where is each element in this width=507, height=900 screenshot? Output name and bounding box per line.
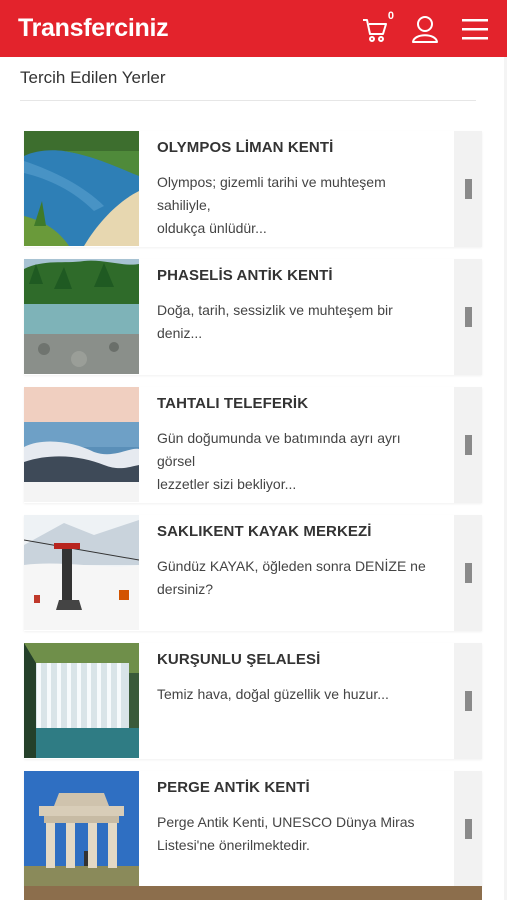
olympos-beach-image[interactable] bbox=[24, 131, 139, 246]
card-side-handle[interactable] bbox=[454, 387, 482, 503]
saklikent-ski-lift-image[interactable] bbox=[24, 515, 139, 630]
card-body: PHASELİS ANTİK KENTİ Doğa, tarih, sessiz… bbox=[139, 259, 454, 375]
card-body: SAKLIKENT KAYAK MERKEZİ Gündüz KAYAK, öğ… bbox=[139, 515, 454, 631]
user-icon[interactable] bbox=[411, 14, 439, 44]
handle-bar-icon bbox=[464, 691, 472, 711]
next-card-peek bbox=[24, 886, 482, 900]
place-description: Perge Antik Kenti, UNESCO Dünya Miras Li… bbox=[157, 811, 440, 857]
place-title[interactable]: OLYMPOS LİMAN KENTİ bbox=[157, 139, 440, 156]
place-description: Temiz hava, doğal güzellik ve huzur... bbox=[157, 683, 440, 706]
place-description: Olympos; gizemli tarihi ve muhteşem sahi… bbox=[157, 171, 440, 240]
section-divider bbox=[20, 100, 476, 101]
top-header: Transferciniz 0 bbox=[0, 0, 507, 57]
desc-line: Olympos; gizemli tarihi ve muhteşem sahi… bbox=[157, 174, 386, 213]
perge-ruins-image[interactable] bbox=[24, 771, 139, 886]
card-side-handle[interactable] bbox=[454, 515, 482, 631]
place-card[interactable]: TAHTALI TELEFERİK Gün doğumunda ve batım… bbox=[24, 387, 482, 503]
place-title[interactable]: PERGE ANTİK KENTİ bbox=[157, 779, 440, 796]
card-body: OLYMPOS LİMAN KENTİ Olympos; gizemli tar… bbox=[139, 131, 454, 247]
desc-line: Gündüz KAYAK, öğleden sonra DENİZE ne bbox=[157, 558, 426, 574]
desc-line: Listesi'ne önerilmektedir. bbox=[157, 837, 310, 853]
card-side-handle[interactable] bbox=[454, 259, 482, 375]
place-title[interactable]: PHASELİS ANTİK KENTİ bbox=[157, 267, 440, 284]
card-side-handle[interactable] bbox=[454, 771, 482, 887]
desc-line: oldukça ünlüdür... bbox=[157, 220, 267, 236]
desc-line: Doğa, tarih, sessizlik ve muhteşem bir d… bbox=[157, 302, 393, 341]
place-description: Doğa, tarih, sessizlik ve muhteşem bir d… bbox=[157, 299, 440, 345]
place-card[interactable]: OLYMPOS LİMAN KENTİ Olympos; gizemli tar… bbox=[24, 131, 482, 247]
desc-line: dersiniz? bbox=[157, 581, 214, 597]
desc-line: Gün doğumunda ve batımında ayrı ayrı gör… bbox=[157, 430, 401, 469]
place-title[interactable]: SAKLIKENT KAYAK MERKEZİ bbox=[157, 523, 440, 540]
kursunlu-waterfall-image[interactable] bbox=[24, 643, 139, 758]
handle-bar-icon bbox=[464, 307, 472, 327]
handle-bar-icon bbox=[464, 563, 472, 583]
tahtali-mountain-image[interactable] bbox=[24, 387, 139, 502]
handle-bar-icon bbox=[464, 179, 472, 199]
card-body: PERGE ANTİK KENTİ Perge Antik Kenti, UNE… bbox=[139, 771, 454, 887]
place-card[interactable]: SAKLIKENT KAYAK MERKEZİ Gündüz KAYAK, öğ… bbox=[24, 515, 482, 631]
place-card[interactable]: PHASELİS ANTİK KENTİ Doğa, tarih, sessiz… bbox=[24, 259, 482, 375]
place-title[interactable]: KURŞUNLU ŞELALESİ bbox=[157, 651, 440, 668]
card-body: KURŞUNLU ŞELALESİ Temiz hava, doğal güze… bbox=[139, 643, 454, 759]
places-list: OLYMPOS LİMAN KENTİ Olympos; gizemli tar… bbox=[24, 131, 482, 899]
cart-icon[interactable]: 0 bbox=[361, 10, 394, 44]
logo[interactable]: Transferciniz bbox=[18, 14, 361, 43]
desc-line: lezzetler sizi bekliyor... bbox=[157, 476, 297, 492]
place-card[interactable]: PERGE ANTİK KENTİ Perge Antik Kenti, UNE… bbox=[24, 771, 482, 887]
desc-line: Temiz hava, doğal güzellik ve huzur... bbox=[157, 686, 389, 702]
card-side-handle[interactable] bbox=[454, 131, 482, 247]
desc-line: Perge Antik Kenti, UNESCO Dünya Miras bbox=[157, 814, 415, 830]
cart-count-badge: 0 bbox=[387, 9, 394, 22]
place-description: Gündüz KAYAK, öğleden sonra DENİZE ne de… bbox=[157, 555, 440, 601]
phaselis-coast-image[interactable] bbox=[24, 259, 139, 374]
handle-bar-icon bbox=[464, 435, 472, 455]
place-card[interactable]: KURŞUNLU ŞELALESİ Temiz hava, doğal güze… bbox=[24, 643, 482, 759]
card-body: TAHTALI TELEFERİK Gün doğumunda ve batım… bbox=[139, 387, 454, 503]
handle-bar-icon bbox=[464, 819, 472, 839]
menu-icon[interactable] bbox=[461, 14, 489, 44]
header-icons: 0 bbox=[361, 10, 489, 44]
place-description: Gün doğumunda ve batımında ayrı ayrı gör… bbox=[157, 427, 440, 496]
section-title: Tercih Edilen Yerler bbox=[20, 68, 166, 87]
place-title[interactable]: TAHTALI TELEFERİK bbox=[157, 395, 440, 412]
card-side-handle[interactable] bbox=[454, 643, 482, 759]
